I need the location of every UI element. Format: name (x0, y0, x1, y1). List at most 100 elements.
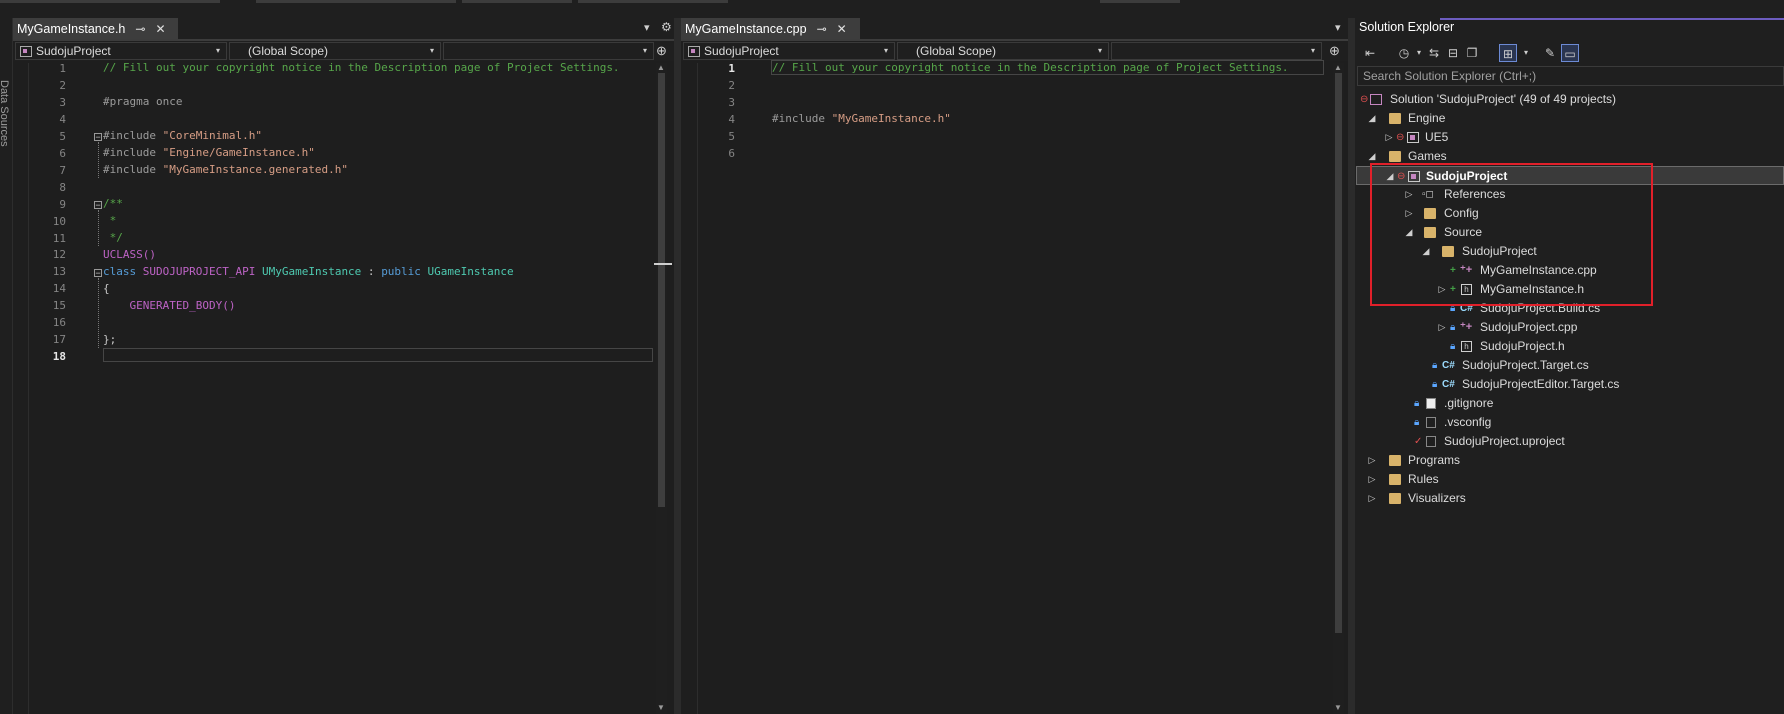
tree-item-sudojuproject-h[interactable]: 🔒︎ h SudojuProject.h (1360, 337, 1784, 356)
chevron-down-icon[interactable]: ▾ (1517, 44, 1535, 62)
tree-item-solution[interactable]: ⊖ Solution 'SudojuProject' (49 of 49 pro… (1360, 90, 1784, 109)
fold-toggle-icon[interactable]: − (94, 133, 102, 142)
collapsed-arrow-icon[interactable]: ▷ (1384, 128, 1394, 147)
line-number: 14 (52, 282, 66, 296)
tree-item-target-cs[interactable]: 🔒︎ C# SudojuProject.Target.cs (1360, 356, 1784, 375)
chevron-down-icon: ▾ (883, 46, 888, 55)
tree-item-label: Engine (1408, 111, 1446, 125)
directive: #include (772, 112, 832, 125)
code-line-10: * (103, 214, 117, 228)
scroll-down-icon[interactable]: ▼ (657, 703, 665, 712)
tree-item-editor-target-cs[interactable]: 🔒︎ C# SudojuProjectEditor.Target.cs (1360, 375, 1784, 394)
folder-icon (1389, 113, 1401, 124)
collapsed-arrow-icon[interactable]: ▷ (1437, 318, 1447, 337)
split-icon[interactable]: ⊕ (656, 43, 667, 59)
preview-icon[interactable]: ▭ (1561, 44, 1579, 62)
fold-toggle-icon[interactable]: − (94, 201, 102, 210)
solution-icon (1370, 94, 1382, 105)
scrollbar-thumb[interactable] (1335, 73, 1342, 633)
lock-icon: 🔒︎ (1414, 398, 1420, 409)
fold-toggle-icon[interactable]: − (94, 269, 102, 278)
tree-item-gitignore[interactable]: 🔒︎ .gitignore (1360, 394, 1784, 413)
line-number: 2 (59, 78, 66, 92)
chevron-down-icon: ▾ (215, 46, 220, 55)
properties-wrench-icon[interactable]: ✎ (1541, 44, 1559, 62)
tree-item-sudojuproject-cpp[interactable]: ▷ 🔒︎ ⁺+ SudojuProject.cpp (1360, 318, 1784, 337)
search-input[interactable]: Search Solution Explorer (Ctrl+;) (1357, 66, 1784, 86)
scroll-down-icon[interactable]: ▼ (1334, 703, 1342, 712)
member-combo[interactable]: ▾ (443, 42, 654, 60)
tab-mygameinstance-h[interactable]: MyGameInstance.h ⊸ ✕ (13, 18, 178, 39)
code-editor-left[interactable] (13, 63, 667, 714)
directive: #pragma once (103, 95, 183, 108)
tree-item-visualizers[interactable]: ▷ Visualizers (1360, 489, 1784, 508)
gear-icon[interactable]: ⚙ (661, 20, 672, 34)
tree-item-label: UE5 (1425, 130, 1449, 144)
close-icon[interactable]: ✕ (155, 22, 165, 36)
line-number: 10 (52, 214, 66, 228)
directive: #include (103, 129, 163, 142)
view-icon[interactable]: ⊞ (1499, 44, 1517, 62)
tab-list-dropdown-icon[interactable]: ▾ (644, 21, 650, 34)
line-number: 6 (59, 146, 66, 160)
code-line-1: // Fill out your copyright notice in the… (103, 61, 620, 75)
vertical-scrollbar[interactable]: ▲ ▼ (654, 63, 672, 714)
collapsed-arrow-icon[interactable]: ▷ (1367, 489, 1377, 508)
pin-icon[interactable]: ⊸ (817, 22, 827, 36)
project-combo[interactable]: SudojuProject ▾ (683, 42, 895, 60)
code-line-14: { (103, 282, 110, 296)
close-icon[interactable]: ✕ (837, 22, 847, 36)
tree-item-label: Solution 'SudojuProject' (49 of 49 proje… (1390, 92, 1617, 106)
line-number: 1 (728, 62, 735, 75)
scope-combo[interactable]: (Global Scope) ▾ (229, 42, 441, 60)
pane-splitter[interactable] (1348, 18, 1355, 714)
split-icon[interactable]: ⊕ (1329, 43, 1340, 59)
project-combo[interactable]: SudojuProject ▾ (15, 42, 227, 60)
line-number: 6 (728, 146, 735, 160)
gutter-divider (697, 63, 698, 714)
folder-icon (1389, 151, 1401, 162)
tree-item-label: SudojuProject.h (1480, 339, 1565, 353)
tab-list-dropdown-icon[interactable]: ▾ (1335, 21, 1341, 34)
side-panel-strip[interactable]: Data Sources (0, 18, 13, 714)
comment: * (103, 214, 117, 227)
collapsed-arrow-icon[interactable]: ▷ (1367, 451, 1377, 470)
tree-item-rules[interactable]: ▷ Rules (1360, 470, 1784, 489)
scrollbar-thumb[interactable] (658, 73, 665, 507)
pin-icon[interactable]: ⊸ (135, 22, 145, 36)
lock-icon: 🔒︎ (1432, 360, 1438, 371)
expanded-arrow-icon[interactable]: ◢ (1367, 109, 1377, 128)
scroll-up-icon[interactable]: ▲ (657, 63, 665, 72)
line-number: 15 (52, 299, 66, 313)
tree-item-engine[interactable]: ◢ Engine (1360, 109, 1784, 128)
sync-icon[interactable]: ⇆ (1425, 44, 1443, 62)
string: "Engine/GameInstance.h" (162, 146, 315, 159)
macro: GENERATED_BODY() (103, 299, 236, 312)
project-combo-value: SudojuProject (704, 44, 779, 58)
tree-item-ue5[interactable]: ▷ ⊖ UE5 (1360, 128, 1784, 147)
string: "CoreMinimal.h" (162, 129, 262, 142)
tree-item-uproject[interactable]: ✓ SudojuProject.uproject (1360, 432, 1784, 451)
show-all-files-icon[interactable]: ❐ (1463, 44, 1481, 62)
tree-item-label: Rules (1408, 472, 1439, 486)
back-icon[interactable]: ⇤ (1361, 44, 1379, 62)
member-combo[interactable]: ▾ (1111, 42, 1322, 60)
code-editor-right[interactable] (681, 63, 1336, 714)
scope-combo[interactable]: (Global Scope) ▾ (897, 42, 1109, 60)
vertical-scrollbar[interactable]: ▲ ▼ (1333, 63, 1344, 714)
pane-splitter[interactable] (674, 18, 681, 714)
tab-mygameinstance-cpp[interactable]: MyGameInstance.cpp ⊸ ✕ (681, 18, 860, 39)
line-number: 3 (59, 95, 66, 109)
string: "MyGameInstance.generated.h" (162, 163, 349, 176)
tree-item-programs[interactable]: ▷ Programs (1360, 451, 1784, 470)
scope-combo-value: (Global Scope) (248, 44, 329, 58)
code-line-7: #include "MyGameInstance.generated.h" (103, 163, 348, 177)
tree-item-vsconfig[interactable]: 🔒︎ .vsconfig (1360, 413, 1784, 432)
current-line-highlight (103, 348, 653, 362)
header-file-icon: h (1461, 341, 1472, 352)
cpp-file-icon: ⁺+ (1460, 321, 1473, 333)
collapsed-arrow-icon[interactable]: ▷ (1367, 470, 1377, 489)
collapse-all-icon[interactable]: ⊟ (1444, 44, 1462, 62)
data-sources-label[interactable]: Data Sources (0, 80, 10, 147)
scroll-up-icon[interactable]: ▲ (1334, 63, 1342, 72)
